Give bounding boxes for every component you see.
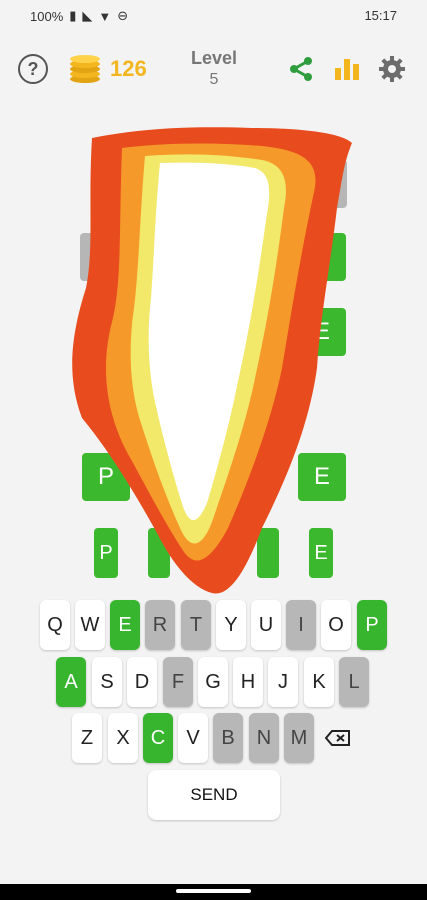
key-t[interactable]: T xyxy=(181,600,211,650)
key-h[interactable]: H xyxy=(233,657,263,707)
key-a[interactable]: A xyxy=(56,657,86,707)
key-l[interactable]: L xyxy=(339,657,369,707)
level-number: 5 xyxy=(209,71,219,88)
wifi-icon: ▼ xyxy=(98,8,112,24)
key-c[interactable]: C xyxy=(143,713,173,763)
signal-icon: ◣ xyxy=(82,8,93,23)
key-r[interactable]: R xyxy=(145,600,175,650)
key-k[interactable]: K xyxy=(304,657,334,707)
key-n[interactable]: N xyxy=(249,713,279,763)
coin-count: 126 xyxy=(110,56,147,81)
share-icon[interactable] xyxy=(288,56,314,82)
do-not-disturb-icon: ⊖ xyxy=(117,8,129,23)
key-s[interactable]: S xyxy=(92,657,122,707)
key-j[interactable]: J xyxy=(268,657,298,707)
key-y[interactable]: Y xyxy=(216,600,246,650)
keyboard: Q W E R T Y U I O P A S D F G H J K L Z … xyxy=(0,600,427,830)
key-e[interactable]: E xyxy=(110,600,140,650)
backspace-key[interactable] xyxy=(319,713,357,763)
gear-icon[interactable] xyxy=(377,54,407,84)
status-left: 100% ▮ ◣ ▼ ⊖ xyxy=(30,8,128,24)
battery-icon: ▮ xyxy=(69,8,77,23)
key-v[interactable]: V xyxy=(178,713,208,763)
key-o[interactable]: O xyxy=(321,600,351,650)
navigation-bar xyxy=(0,884,427,900)
key-p[interactable]: P xyxy=(357,600,387,650)
key-i[interactable]: I xyxy=(286,600,316,650)
key-m[interactable]: M xyxy=(284,713,314,763)
key-g[interactable]: G xyxy=(198,657,228,707)
send-button[interactable]: SEND xyxy=(148,770,280,820)
key-z[interactable]: Z xyxy=(72,713,102,763)
key-d[interactable]: D xyxy=(127,657,157,707)
key-b[interactable]: B xyxy=(213,713,243,763)
stats-icon[interactable] xyxy=(333,54,361,82)
help-icon[interactable]: ? xyxy=(18,54,48,84)
coins-icon xyxy=(70,55,100,83)
key-f[interactable]: F xyxy=(163,657,193,707)
battery-percent: 100% xyxy=(30,8,64,24)
clock: 15:17 xyxy=(364,8,397,23)
fire-overlay xyxy=(72,127,353,594)
key-w[interactable]: W xyxy=(75,600,105,650)
coin-balance: 126 xyxy=(68,54,147,84)
backspace-icon xyxy=(325,730,350,746)
key-u[interactable]: U xyxy=(251,600,281,650)
key-q[interactable]: Q xyxy=(40,600,70,650)
level-label: Level xyxy=(190,48,238,68)
status-bar: 100% ▮ ◣ ▼ ⊖ 15:17 xyxy=(0,0,427,32)
key-x[interactable]: X xyxy=(108,713,138,763)
game-header: ? 126 Level 5 xyxy=(0,40,427,100)
home-handle[interactable] xyxy=(176,889,251,893)
